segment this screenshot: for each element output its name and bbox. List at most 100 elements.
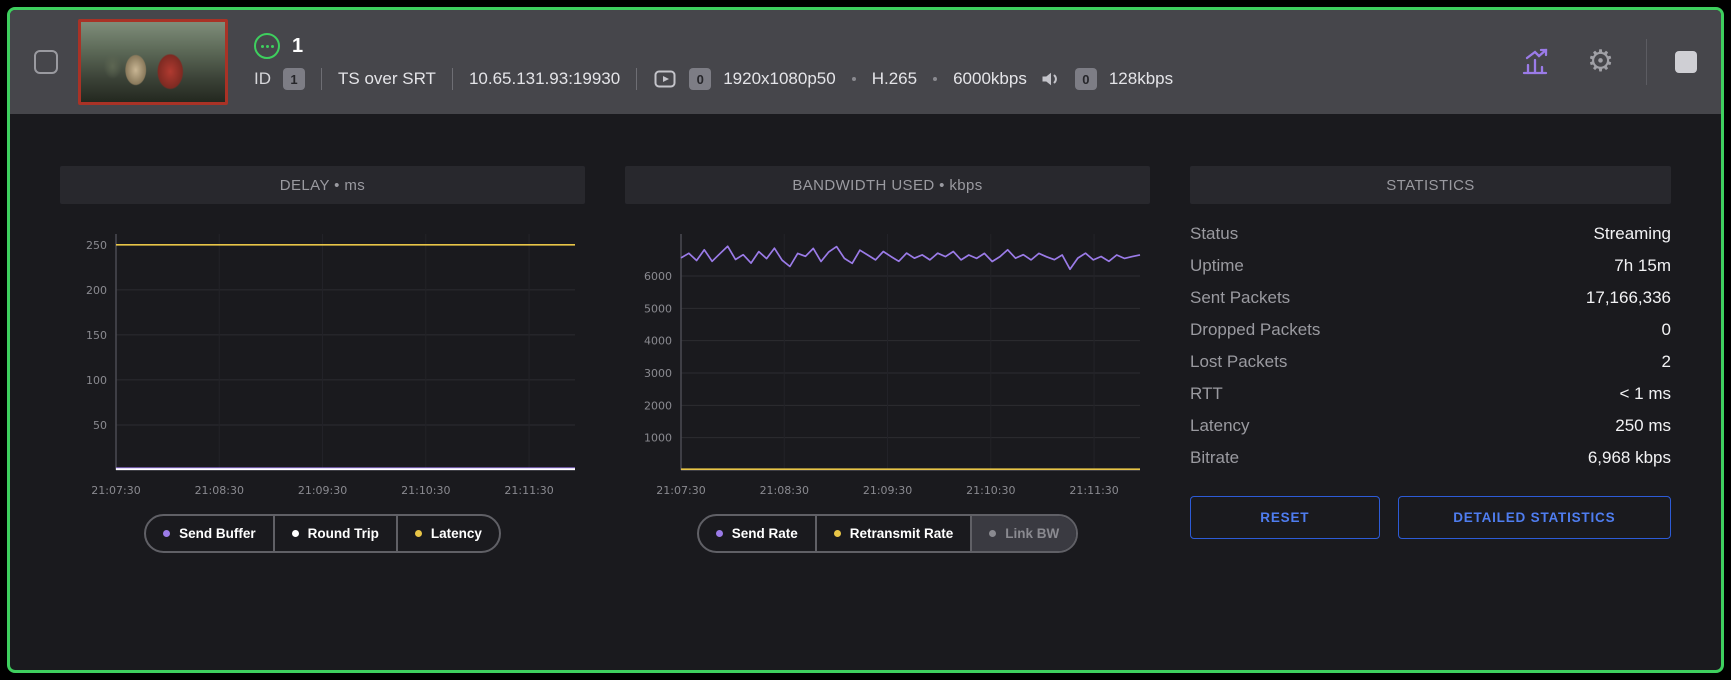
- legend-label: Send Buffer: [179, 526, 256, 541]
- video-thumbnail[interactable]: [78, 19, 228, 105]
- statistics-buttons: RESET DETAILED STATISTICS: [1190, 496, 1671, 539]
- streaming-status-icon: [254, 33, 280, 59]
- svg-text:50: 50: [93, 419, 107, 432]
- settings-button[interactable]: ⚙: [1583, 43, 1618, 81]
- legend-dot: [292, 530, 299, 537]
- legend-item-send-buffer[interactable]: Send Buffer: [146, 516, 275, 551]
- header-actions: ⚙: [1515, 39, 1697, 85]
- stat-label: Dropped Packets: [1190, 320, 1320, 340]
- resolution-label: 1920x1080p50: [723, 69, 836, 89]
- screen: 1 ID 1 TS over SRT 10.65.131.93:19930 0 …: [0, 0, 1731, 680]
- detailed-statistics-button[interactable]: DETAILED STATISTICS: [1398, 496, 1671, 539]
- svg-text:21:07:30: 21:07:30: [656, 484, 705, 497]
- address-label: 10.65.131.93:19930: [469, 69, 620, 89]
- svg-text:100: 100: [86, 374, 107, 387]
- stat-label: Lost Packets: [1190, 352, 1287, 372]
- stream-header: 1 ID 1 TS over SRT 10.65.131.93:19930 0 …: [10, 10, 1721, 114]
- bandwidth-legend-wrap: Send Rate Retransmit Rate Link BW: [625, 514, 1150, 553]
- stream-title: 1: [292, 35, 303, 58]
- reset-button[interactable]: RESET: [1190, 496, 1380, 539]
- svg-text:21:11:30: 21:11:30: [504, 484, 553, 497]
- legend-item-round-trip[interactable]: Round Trip: [275, 516, 398, 551]
- stat-value: 17,166,336: [1586, 288, 1671, 308]
- svg-text:200: 200: [86, 284, 107, 297]
- protocol-label: TS over SRT: [338, 69, 436, 89]
- dot-separator: [852, 77, 856, 81]
- legend-label: Retransmit Rate: [850, 526, 954, 541]
- legend-item-retransmit-rate[interactable]: Retransmit Rate: [817, 516, 973, 551]
- legend-label: Link BW: [1005, 526, 1059, 541]
- legend-dot: [834, 530, 841, 537]
- id-badge: 1: [283, 68, 305, 90]
- svg-text:6000: 6000: [644, 270, 672, 283]
- stat-value: < 1 ms: [1620, 384, 1672, 404]
- stat-label: Latency: [1190, 416, 1250, 436]
- bandwidth-chart: 10002000300040005000600021:07:3021:08:30…: [625, 218, 1150, 506]
- svg-text:3000: 3000: [644, 367, 672, 380]
- divider: [321, 68, 322, 90]
- legend-label: Send Rate: [732, 526, 798, 541]
- stat-row-latency: Latency 250 ms: [1190, 410, 1671, 442]
- video-track-icon: [653, 67, 677, 91]
- main-content: DELAY • ms 50 100 150 200 250 21:07:30 21:08:3…: [10, 114, 1721, 553]
- svg-text:21:11:30: 21:11:30: [1069, 484, 1118, 497]
- legend-label: Latency: [431, 526, 482, 541]
- delay-panel-title: DELAY • ms: [60, 166, 585, 204]
- delay-panel: DELAY • ms 50 100 150 200 250 21:07:30 21:08:3…: [60, 166, 585, 553]
- bandwidth-panel: BANDWIDTH USED • kbps 100020003000400050…: [625, 166, 1150, 553]
- delay-chart: 5010015020025021:07:3021:08:3021:09:3021…: [60, 218, 585, 506]
- stop-stream-button[interactable]: [1675, 51, 1697, 73]
- stat-label: Sent Packets: [1190, 288, 1290, 308]
- statistics-chart-button[interactable]: [1515, 42, 1555, 82]
- legend-dot: [415, 530, 422, 537]
- svg-text:5000: 5000: [644, 302, 672, 315]
- stat-row-sent-packets: Sent Packets 17,166,336: [1190, 282, 1671, 314]
- divider: [1646, 39, 1647, 85]
- stat-row-status: Status Streaming: [1190, 218, 1671, 250]
- stat-row-bitrate: Bitrate6,968 kbps: [1190, 442, 1671, 474]
- stat-label: RTT: [1190, 384, 1223, 404]
- svg-text:21:10:30: 21:10:30: [401, 484, 450, 497]
- chart-icon: [1519, 46, 1551, 78]
- legend-item-latency[interactable]: Latency: [398, 516, 499, 551]
- svg-text:2000: 2000: [644, 399, 672, 412]
- delay-legend-wrap: Send Buffer Round Trip Latency: [60, 514, 585, 553]
- stat-label: Status: [1190, 224, 1238, 244]
- stat-label: Bitrate: [1190, 448, 1239, 468]
- id-label: ID: [254, 69, 271, 89]
- audio-track-icon: [1039, 67, 1063, 91]
- audio-bitrate-label: 128kbps: [1109, 69, 1173, 89]
- stat-row-dropped-packets: Dropped Packets 0: [1190, 314, 1671, 346]
- svg-text:21:09:30: 21:09:30: [863, 484, 912, 497]
- statistics-panel: STATISTICS StatusStreamingUptime7h 15mSe…: [1190, 166, 1671, 553]
- svg-text:150: 150: [86, 329, 107, 342]
- svg-text:21:08:30: 21:08:30: [195, 484, 244, 497]
- stat-label: Uptime: [1190, 256, 1244, 276]
- stat-value: 0: [1662, 320, 1671, 340]
- legend-dot: [716, 530, 723, 537]
- stat-row-rtt: RTT < 1 ms: [1190, 378, 1671, 410]
- stat-value: Streaming: [1594, 224, 1671, 244]
- stat-value: 7h 15m: [1614, 256, 1671, 276]
- audio-track-badge: 0: [1075, 68, 1097, 90]
- stream-info: 1 ID 1 TS over SRT 10.65.131.93:19930 0 …: [254, 33, 1173, 91]
- svg-text:250: 250: [86, 239, 107, 252]
- divider: [636, 68, 637, 90]
- svg-text:21:08:30: 21:08:30: [760, 484, 809, 497]
- dot-separator: [933, 77, 937, 81]
- video-bitrate-label: 6000kbps: [953, 69, 1027, 89]
- legend-dot: [989, 530, 996, 537]
- stream-meta-row: ID 1 TS over SRT 10.65.131.93:19930 0 19…: [254, 67, 1173, 91]
- select-checkbox[interactable]: [34, 50, 58, 74]
- legend-dot: [163, 530, 170, 537]
- svg-text:4000: 4000: [644, 335, 672, 348]
- stat-row-uptime: Uptime 7h 15m: [1190, 250, 1671, 282]
- stat-value: 250 ms: [1615, 416, 1671, 436]
- statistics-rows: Status Streaming Uptime 7h 15m Sent Packets 1…: [1190, 218, 1671, 474]
- video-track-badge: 0: [689, 68, 711, 90]
- legend-item-link-bw[interactable]: Link BW: [972, 516, 1076, 551]
- svg-text:21:07:30: 21:07:30: [91, 484, 140, 497]
- stream-card: 1 ID 1 TS over SRT 10.65.131.93:19930 0 …: [7, 7, 1724, 673]
- svg-text:21:10:30: 21:10:30: [966, 484, 1015, 497]
- legend-item-send-rate[interactable]: Send Rate: [699, 516, 817, 551]
